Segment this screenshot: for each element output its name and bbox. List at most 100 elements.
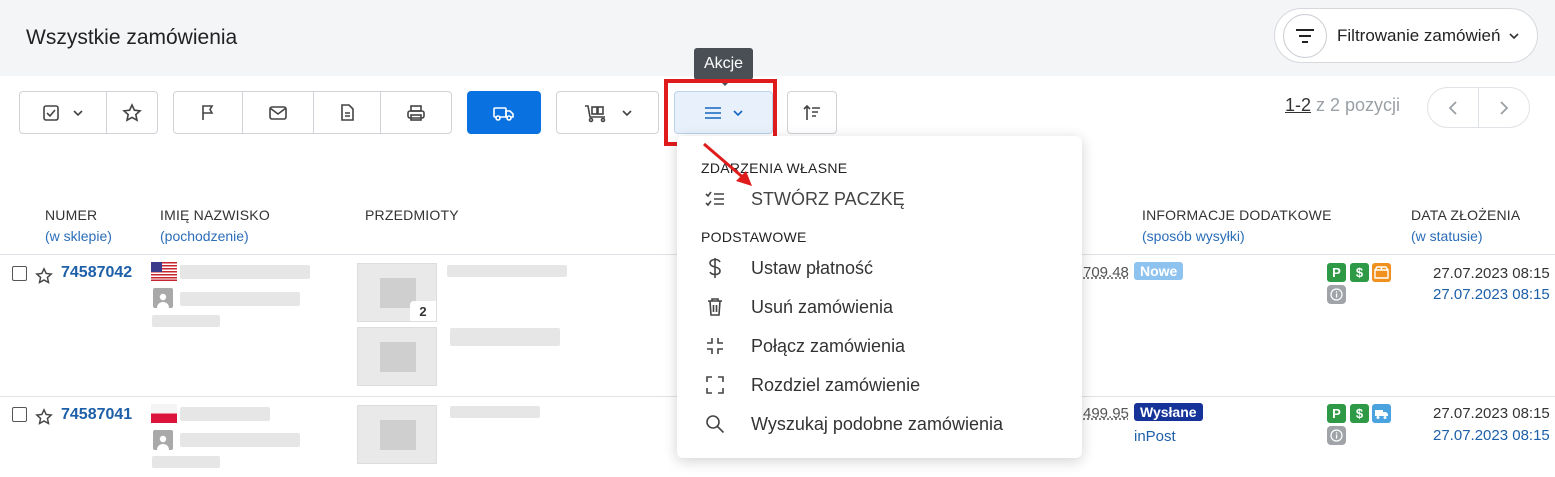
favorite-button[interactable] — [106, 91, 158, 134]
customer-name-redacted — [180, 265, 310, 279]
print-button[interactable] — [380, 91, 452, 134]
menu-item-label: Połącz zamówienia — [751, 335, 906, 356]
sort-button[interactable] — [787, 91, 837, 134]
chevron-down-icon — [73, 109, 83, 116]
sort-icon — [803, 104, 820, 120]
menu-item-set-payment[interactable]: Ustaw płatność — [701, 253, 1061, 283]
order-date: 27.07.2023 08:15 — [1433, 405, 1550, 422]
menu-item-split-order[interactable]: Rozdziel zamówienie — [701, 370, 1061, 400]
product-thumbnail[interactable] — [357, 327, 437, 386]
order-number-link[interactable]: 74587042 — [61, 264, 132, 282]
user-icon — [153, 430, 173, 450]
menu-item-label: STWÓRZ PACZKĘ — [751, 188, 905, 209]
dollar-icon — [701, 256, 729, 280]
customer-origin-redacted — [180, 292, 300, 306]
status-badge: Nowe — [1134, 262, 1184, 280]
dollar-icon: $ — [1350, 263, 1369, 282]
pagination-info: 1-2 z 2 pozycji — [1285, 95, 1400, 116]
status-date: 27.07.2023 08:15 — [1433, 427, 1550, 444]
column-subheader-info: (sposób wysyłki) — [1142, 228, 1245, 244]
status-badge: Wysłane — [1134, 403, 1203, 421]
column-header-items[interactable]: PRZEDMIOTY — [365, 207, 459, 223]
column-header-info[interactable]: INFORMACJE DODATKOWE — [1142, 207, 1332, 223]
row-checkbox[interactable] — [12, 407, 27, 422]
product-thumbnail[interactable]: 2 — [357, 263, 437, 322]
warehouse-button[interactable] — [556, 91, 659, 134]
email-button[interactable] — [242, 91, 314, 134]
order-date: 27.07.2023 08:15 — [1433, 265, 1550, 282]
next-page-button[interactable] — [1479, 88, 1529, 127]
dollar-icon: $ — [1350, 404, 1369, 423]
document-button[interactable] — [313, 91, 381, 134]
truck-icon — [1372, 404, 1391, 423]
customer-extra-redacted — [152, 315, 220, 327]
info-icon[interactable] — [1327, 285, 1346, 304]
paid-p-icon: P — [1327, 404, 1346, 423]
prev-page-button[interactable] — [1428, 88, 1479, 127]
truck-icon — [493, 106, 514, 121]
menu-item-delete-orders[interactable]: Usuń zamówienia — [701, 292, 1061, 322]
star-icon[interactable] — [35, 408, 53, 426]
star-icon[interactable] — [35, 267, 53, 285]
paid-p-icon: P — [1327, 263, 1346, 282]
order-number-link[interactable]: 74587041 — [61, 406, 132, 424]
trash-icon — [701, 295, 729, 319]
chevron-down-icon — [1509, 32, 1520, 39]
shipping-button[interactable] — [467, 91, 541, 134]
select-all-button[interactable] — [19, 91, 107, 134]
dolly-icon — [584, 104, 605, 122]
column-subheader-name: (pochodzenie) — [160, 228, 249, 244]
menu-item-label: Rozdziel zamówienie — [751, 374, 921, 395]
menu-item-label: Wyszukaj podobne zamówienia — [751, 413, 1003, 434]
menu-section-basic: PODSTAWOWE — [701, 229, 807, 245]
item-quantity: 2 — [410, 301, 436, 321]
checkbox-icon — [43, 104, 59, 121]
actions-tooltip: Akcje — [694, 48, 753, 86]
flag-button[interactable] — [173, 91, 243, 134]
page-title: Wszystkie zamówienia — [26, 26, 238, 49]
customer-extra-redacted — [152, 456, 220, 468]
column-header-number[interactable]: NUMER — [45, 207, 97, 223]
user-icon — [153, 288, 173, 308]
order-price: 499.95 — [1083, 405, 1129, 422]
column-subheader-date: (w statusie) — [1411, 228, 1483, 244]
column-header-date[interactable]: DATA ZŁOŻENIA — [1411, 207, 1520, 223]
customer-origin-redacted — [180, 433, 300, 447]
menu-item-merge-orders[interactable]: Połącz zamówienia — [701, 331, 1061, 361]
star-icon — [122, 102, 142, 122]
column-header-name[interactable]: IMIĘ NAZWISKO — [160, 207, 270, 223]
document-icon — [341, 104, 354, 121]
product-name-redacted — [450, 406, 540, 418]
chevron-right-icon — [1500, 100, 1509, 115]
menu-item-find-similar[interactable]: Wyszukaj podobne zamówienia — [701, 409, 1061, 439]
flag-icon — [202, 104, 214, 120]
product-thumbnail[interactable] — [357, 405, 437, 464]
filter-orders-button[interactable]: Filtrowanie zamówień — [1274, 8, 1538, 63]
product-name-redacted — [450, 328, 560, 346]
pagination-range[interactable]: 1-2 — [1285, 95, 1311, 115]
printer-icon — [407, 104, 425, 121]
search-icon — [701, 412, 729, 436]
info-icon[interactable] — [1327, 426, 1346, 445]
mail-icon — [269, 105, 287, 120]
filter-orders-label: Filtrowanie zamówień — [1337, 25, 1501, 45]
row-checkbox[interactable] — [12, 266, 27, 281]
pl-flag-icon — [151, 404, 177, 423]
status-date: 27.07.2023 08:15 — [1433, 286, 1550, 303]
merge-icon — [701, 334, 729, 358]
annotation-arrow-icon — [703, 142, 752, 186]
menu-item-label: Ustaw płatność — [751, 257, 874, 278]
order-price: 709.48 — [1083, 264, 1129, 281]
pagination-total: z 2 pozycji — [1311, 95, 1401, 115]
column-subheader-number: (w sklepie) — [45, 228, 112, 244]
product-name-redacted — [447, 265, 567, 277]
menu-item-label: Usuń zamówienia — [751, 296, 894, 317]
chevron-left-icon — [1448, 100, 1457, 115]
shipping-method: inPost — [1134, 428, 1176, 445]
pagination-controls — [1427, 87, 1530, 128]
us-flag-icon — [151, 262, 177, 281]
split-icon — [701, 373, 729, 397]
filter-icon — [1283, 13, 1327, 58]
customer-name-redacted — [180, 407, 270, 421]
chevron-down-icon — [621, 109, 632, 116]
